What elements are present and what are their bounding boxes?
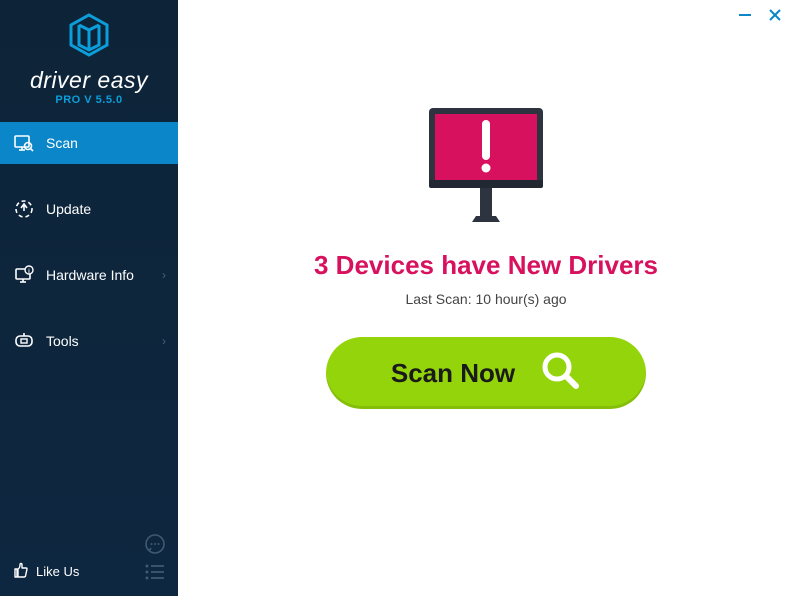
sidebar-item-label: Scan <box>46 135 78 151</box>
hardware-info-icon: i <box>14 265 34 285</box>
thumbs-up-icon <box>12 561 30 582</box>
sidebar-item-label: Hardware Info <box>46 267 134 283</box>
sidebar-item-label: Tools <box>46 333 79 349</box>
like-us-label: Like Us <box>36 564 79 579</box>
scan-now-button[interactable]: Scan Now <box>326 337 646 409</box>
sidebar-item-scan[interactable]: Scan <box>0 122 178 164</box>
update-icon <box>14 199 34 219</box>
chevron-right-icon: › <box>162 268 166 282</box>
minimize-button[interactable] <box>738 8 752 27</box>
tools-icon <box>14 331 34 351</box>
sidebar-footer: Like Us <box>0 523 178 596</box>
sidebar-item-hardware-info[interactable]: i Hardware Info › <box>0 254 178 296</box>
status-headline: 3 Devices have New Drivers <box>314 250 658 281</box>
scan-icon <box>14 133 34 153</box>
scan-button-label: Scan Now <box>391 358 515 389</box>
close-button[interactable] <box>768 8 782 27</box>
main-content: 3 Devices have New Drivers Last Scan: 10… <box>178 0 794 596</box>
chevron-right-icon: › <box>162 334 166 348</box>
like-us-button[interactable]: Like Us <box>12 561 79 582</box>
sidebar-item-update[interactable]: Update <box>0 188 178 230</box>
logo-icon <box>66 12 112 63</box>
monitor-illustration <box>421 104 551 222</box>
sidebar-item-label: Update <box>46 201 91 217</box>
sidebar: driver easy PRO V 5.5.0 Scan <box>0 0 178 596</box>
last-scan-text: Last Scan: 10 hour(s) ago <box>405 291 566 307</box>
search-icon <box>539 349 581 398</box>
window-controls <box>738 8 782 27</box>
chat-icon[interactable] <box>144 533 166 555</box>
app-title: driver easy <box>0 67 178 94</box>
sidebar-item-tools[interactable]: Tools › <box>0 320 178 362</box>
app-version: PRO V 5.5.0 <box>0 94 178 106</box>
logo-area: driver easy PRO V 5.5.0 <box>0 0 178 116</box>
nav: Scan Update i Hardware Inf <box>0 122 178 386</box>
menu-icon[interactable] <box>144 563 166 581</box>
